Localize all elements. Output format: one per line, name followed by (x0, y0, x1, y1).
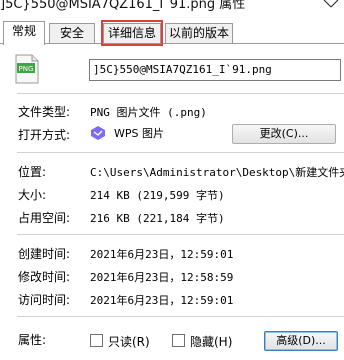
modified-value: 2021年6月23日，12:58:59 (90, 271, 234, 284)
modified-label: 修改时间: (18, 270, 71, 284)
accessed-label: 访问时间: (18, 293, 71, 307)
accessed-value: 2021年6月23日，12:59:01 (90, 294, 234, 307)
created-label: 创建时间: (18, 247, 71, 261)
divider (17, 234, 344, 235)
png-file-icon: PNG (14, 54, 40, 84)
close-icon[interactable] (314, 0, 344, 14)
png-icon-text: PNG (19, 65, 34, 73)
tab-general[interactable]: 常规 (3, 21, 45, 45)
hidden-checkbox[interactable] (172, 334, 185, 347)
size-on-disk-value: 216 KB (221,184 字节) (90, 212, 225, 225)
divider (17, 152, 344, 153)
attributes-label: 属性: (18, 333, 47, 347)
location-label: 位置: (18, 165, 47, 179)
divider (17, 93, 344, 94)
size-label: 大小: (18, 188, 47, 202)
location-value: C:\Users\Administrator\Desktop\新建文件夹 (90, 166, 344, 179)
size-value: 214 KB (219,599 字节) (90, 189, 225, 202)
tab-bar: 常规 安全 详细信息 以前的版本 (0, 21, 344, 45)
change-button[interactable]: 更改(C)... (232, 124, 336, 144)
tab-previous-versions[interactable]: 以前的版本 (165, 23, 233, 44)
tab-security[interactable]: 安全 (49, 23, 95, 44)
title-bar: ]5C}550@MSIA7QZ161_I`91.png 属性 (0, 0, 344, 18)
created-value: 2021年6月23日，12:59:01 (90, 248, 234, 261)
readonly-checkbox[interactable] (90, 334, 103, 347)
tab-details[interactable]: 详细信息 (103, 23, 161, 44)
panel-border (0, 43, 344, 44)
window-title: ]5C}550@MSIA7QZ161_I`91.png 属性 (0, 0, 246, 12)
file-type-value: PNG 图片文件 (.png) (90, 106, 207, 119)
size-on-disk-label: 占用空间: (18, 211, 71, 225)
advanced-button[interactable]: 高级(D)... (264, 331, 338, 351)
open-with-label: 打开方式: (18, 128, 71, 142)
wps-picture-icon (90, 126, 106, 140)
open-with-app-name: WPS 图片 (114, 127, 164, 140)
file-type-label: 文件类型: (18, 105, 71, 119)
readonly-label[interactable]: 只读(R) (108, 333, 150, 350)
hidden-label[interactable]: 隐藏(H) (190, 333, 232, 350)
file-name-input[interactable]: ]5C}550@MSIA7QZ161_I`91.png (89, 59, 341, 81)
divider (17, 316, 344, 317)
